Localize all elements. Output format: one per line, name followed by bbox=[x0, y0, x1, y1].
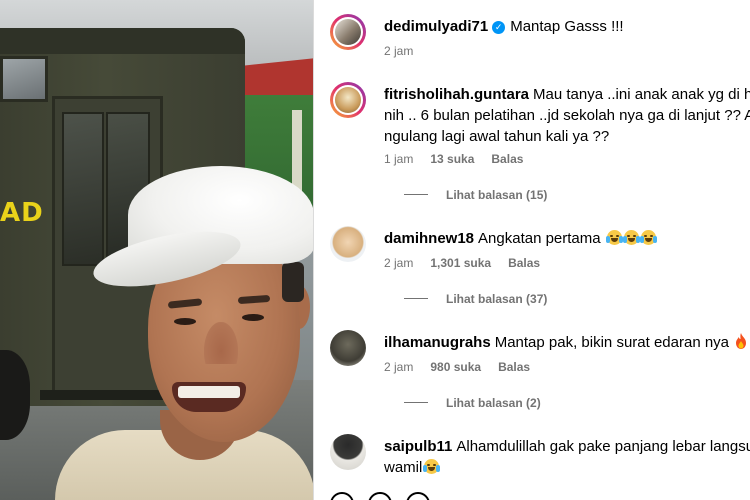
like-icon[interactable] bbox=[330, 492, 354, 500]
comments-panel[interactable]: dedimulyadi71 ✓ Mantap Gasss !!! 2 jam fit… bbox=[314, 0, 750, 500]
comment-likes[interactable]: 1,301 suka bbox=[430, 256, 491, 270]
comment-text-line-2: wamil bbox=[384, 459, 423, 476]
verified-badge-icon: ✓ bbox=[492, 21, 506, 34]
video-frame[interactable]: AD bbox=[0, 0, 313, 500]
truck-label: AD bbox=[0, 198, 44, 228]
nose bbox=[204, 322, 238, 364]
comment-username[interactable]: dedimulyadi71 bbox=[384, 18, 488, 35]
comment-text-line-3: ngulang lagi awal tahun kali ya ?? bbox=[384, 128, 610, 145]
truck-window bbox=[0, 56, 48, 102]
comment-text-row: dedimulyadi71 ✓ Mantap Gasss !!! bbox=[384, 16, 750, 37]
joy-emoji-icon bbox=[423, 459, 441, 474]
comment-likes[interactable]: 980 suka bbox=[430, 360, 481, 374]
comment-text-line-2-row: wamil bbox=[384, 457, 750, 478]
comment-text-row: damihnew18 Angkatan pertama bbox=[384, 228, 750, 249]
comment-text: Mantap Gasss !!! bbox=[510, 18, 624, 35]
view-replies-label: Lihat balasan (15) bbox=[446, 188, 548, 202]
comment-text: Mantap pak, bikin surat edaran nya bbox=[494, 334, 730, 351]
joy-emoji-icon bbox=[639, 230, 657, 245]
comment-text-row: ilhamanugrahs Mantap pak, bikin surat eda… bbox=[384, 332, 750, 353]
reply-button[interactable]: Balas bbox=[508, 256, 540, 270]
replies-line bbox=[404, 298, 428, 299]
view-replies-button[interactable]: Lihat balasan (15) bbox=[404, 188, 547, 202]
person-hair bbox=[282, 262, 304, 302]
comment-meta: 2 jam 1,301 suka Balas bbox=[384, 256, 557, 270]
view-replies-label: Lihat balasan (2) bbox=[446, 396, 541, 410]
truck-door-window-left bbox=[62, 112, 104, 266]
reply-button[interactable]: Balas bbox=[498, 360, 530, 374]
comment-meta: 2 jam 980 suka Balas bbox=[384, 360, 547, 374]
truck-roof bbox=[0, 28, 245, 54]
comment-meta: 1 jam 13 suka Balas bbox=[384, 152, 540, 166]
view-replies-label: Lihat balasan (37) bbox=[446, 292, 548, 306]
comment-text-row: fitrisholihah.guntara Mau tanya ..ini ana… bbox=[384, 84, 750, 105]
view-replies-button[interactable]: Lihat balasan (2) bbox=[404, 396, 541, 410]
eye-right bbox=[242, 314, 264, 321]
comment-time[interactable]: 2 jam bbox=[384, 360, 413, 374]
comment-likes[interactable]: 13 suka bbox=[430, 152, 474, 166]
share-icon[interactable] bbox=[406, 492, 430, 500]
avatar[interactable] bbox=[330, 82, 366, 118]
joy-emoji-icon bbox=[622, 230, 640, 245]
comment-username[interactable]: damihnew18 bbox=[384, 230, 474, 247]
comment-username[interactable]: saipulb11 bbox=[384, 438, 452, 455]
teeth bbox=[178, 386, 240, 398]
replies-line bbox=[404, 402, 428, 403]
comment-icon[interactable] bbox=[368, 492, 392, 500]
eye-left bbox=[174, 318, 196, 325]
mouth bbox=[172, 382, 246, 412]
view-replies-button[interactable]: Lihat balasan (37) bbox=[404, 292, 547, 306]
avatar-photo bbox=[335, 19, 361, 45]
comment-time[interactable]: 1 jam bbox=[384, 152, 413, 166]
comment-username[interactable]: fitrisholihah.guntara bbox=[384, 86, 529, 103]
avatar[interactable] bbox=[330, 14, 366, 50]
joy-emoji-icon bbox=[605, 230, 623, 245]
reply-button[interactable]: Balas bbox=[491, 152, 523, 166]
avatar-photo bbox=[335, 87, 361, 113]
comment-text-line-1: Alhamdulillah gak pake panjang lebar lan… bbox=[456, 438, 750, 455]
comment-text-line-2: nih .. 6 bulan pelatihan ..jd sekolah ny… bbox=[384, 107, 750, 124]
avatar[interactable] bbox=[330, 330, 366, 366]
comment-meta: 2 jam bbox=[384, 44, 430, 58]
comment-text-line-1: Mau tanya ..ini anak anak yg di huk bbox=[533, 86, 750, 103]
comment-time[interactable]: 2 jam bbox=[384, 44, 413, 58]
comment-text-row: saipulb11 Alhamdulillah gak pake panjang … bbox=[384, 436, 750, 457]
replies-line bbox=[404, 194, 428, 195]
post-actions-bar bbox=[330, 492, 444, 500]
comment-username[interactable]: ilhamanugrahs bbox=[384, 334, 491, 351]
fire-emoji-icon bbox=[736, 333, 747, 349]
comment-time[interactable]: 2 jam bbox=[384, 256, 413, 270]
avatar[interactable] bbox=[330, 434, 366, 470]
comment-text: Angkatan pertama bbox=[478, 230, 601, 247]
avatar[interactable] bbox=[330, 226, 366, 262]
